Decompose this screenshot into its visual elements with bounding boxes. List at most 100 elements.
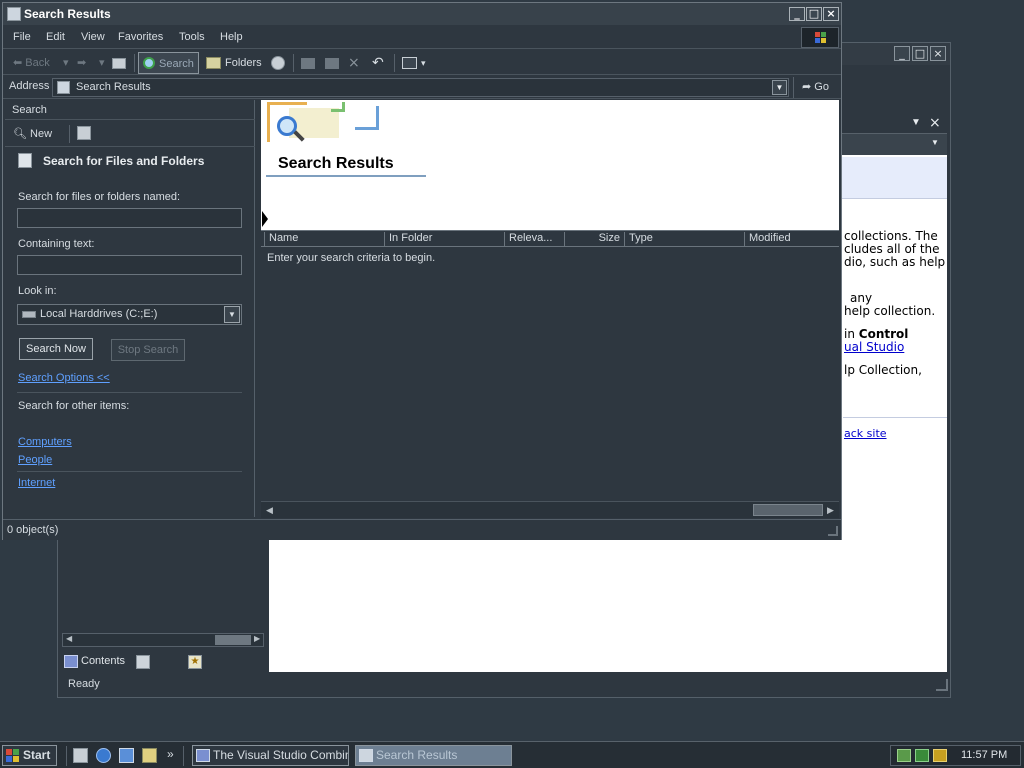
internet-link[interactable]: Internet bbox=[18, 477, 55, 489]
task-search-results[interactable]: Search Results bbox=[355, 745, 512, 766]
contents-hscrollbar[interactable]: ◀ ▶ bbox=[62, 633, 264, 647]
named-label: Search for files or folders named: bbox=[18, 191, 181, 203]
menu-favorites[interactable]: Favorites bbox=[118, 31, 163, 43]
back-button[interactable]: ⬅ Back bbox=[13, 54, 50, 72]
back-dropdown-icon[interactable]: ▾ bbox=[63, 54, 69, 72]
task-label: The Visual Studio Combin... bbox=[213, 748, 349, 762]
close-pane-icon[interactable]: × bbox=[929, 115, 941, 131]
containing-text-input[interactable] bbox=[17, 255, 242, 275]
maximize-button[interactable]: □ bbox=[806, 7, 822, 21]
address-field[interactable]: Search Results ▼ bbox=[52, 78, 789, 97]
undo-icon[interactable]: ↶ bbox=[372, 54, 384, 72]
help-text-line: cludes all of the bbox=[844, 242, 940, 256]
task-visual-studio[interactable]: The Visual Studio Combin... bbox=[192, 745, 349, 766]
tab-contents[interactable]: Contents bbox=[81, 655, 125, 667]
copy-to-icon[interactable] bbox=[324, 54, 340, 72]
look-in-label: Look in: bbox=[18, 285, 57, 297]
toolbar-separator bbox=[134, 54, 135, 72]
views-icon[interactable] bbox=[401, 54, 419, 72]
search-now-button[interactable]: Search Now bbox=[19, 338, 93, 360]
help-text-line: help collection. bbox=[844, 304, 936, 318]
menu-help[interactable]: Help bbox=[220, 31, 243, 43]
folders-button[interactable]: Folders bbox=[205, 54, 262, 72]
windows-logo-icon bbox=[801, 27, 839, 48]
folders-icon bbox=[206, 57, 221, 69]
new-search-icon: 🔍︎ bbox=[13, 128, 31, 140]
help-status-text: Ready bbox=[68, 678, 100, 690]
explorer-icon[interactable] bbox=[142, 748, 157, 763]
minimize-button[interactable]: _ bbox=[789, 7, 805, 21]
menu-file[interactable]: File bbox=[13, 31, 31, 43]
show-desktop-icon[interactable] bbox=[73, 748, 88, 763]
up-folder-icon[interactable] bbox=[110, 54, 128, 72]
move-to-icon[interactable] bbox=[300, 54, 316, 72]
forward-dropdown-icon[interactable]: ▾ bbox=[99, 54, 105, 72]
history-icon[interactable] bbox=[270, 54, 286, 72]
maximize-icon[interactable]: □ bbox=[912, 46, 928, 61]
menu-edit[interactable]: Edit bbox=[46, 31, 65, 43]
search-options-link[interactable]: Search Options << bbox=[18, 372, 110, 384]
forward-button[interactable]: ➡ bbox=[77, 54, 86, 72]
search-companion-icon[interactable] bbox=[77, 126, 91, 140]
people-link[interactable]: People bbox=[18, 454, 52, 466]
messenger-tray-icon[interactable] bbox=[933, 749, 947, 762]
favorites-tab-icon[interactable]: ★ bbox=[188, 655, 202, 669]
outlook-express-icon[interactable] bbox=[119, 748, 134, 763]
address-label: Address bbox=[9, 80, 50, 92]
mouse-cursor-icon bbox=[262, 211, 268, 227]
search-pane: Search 🔍︎ New Search for Files and Folde… bbox=[5, 100, 255, 517]
stop-search-button[interactable]: Stop Search bbox=[111, 339, 185, 361]
scroll-left-icon[interactable]: ◀ bbox=[66, 634, 72, 643]
menu-view[interactable]: View bbox=[81, 31, 105, 43]
quicklaunch-separator bbox=[183, 746, 184, 766]
menu-tools[interactable]: Tools bbox=[179, 31, 205, 43]
go-button[interactable]: ➦ Go bbox=[793, 77, 839, 98]
chevron-down-icon[interactable]: ▼ bbox=[911, 117, 921, 128]
look-in-dropdown-icon[interactable]: ▼ bbox=[224, 306, 240, 323]
column-type[interactable]: Type bbox=[624, 232, 744, 246]
close-icon[interactable]: × bbox=[930, 46, 946, 61]
search-toolbar-label: Search bbox=[159, 58, 194, 70]
help-link-feedback[interactable]: ack site bbox=[844, 427, 887, 440]
dropdown-arrow-icon[interactable]: ▼ bbox=[931, 138, 939, 147]
scroll-right-icon[interactable]: ▶ bbox=[823, 503, 838, 517]
more-quicklaunch-icon[interactable]: » bbox=[167, 747, 174, 761]
scroll-thumb[interactable] bbox=[215, 635, 251, 645]
scroll-left-icon[interactable]: ◀ bbox=[262, 503, 277, 517]
look-in-value: Local Harddrives (C:;E:) bbox=[40, 308, 158, 320]
contents-tab-icon[interactable] bbox=[64, 655, 78, 668]
column-relevance[interactable]: Releva... bbox=[504, 232, 564, 246]
column-name[interactable]: Name bbox=[264, 232, 382, 246]
minimize-icon[interactable]: _ bbox=[894, 46, 910, 61]
named-input[interactable] bbox=[17, 208, 242, 228]
column-in-folder[interactable]: In Folder bbox=[384, 232, 504, 246]
column-modified[interactable]: Modified bbox=[744, 232, 839, 246]
new-search-button[interactable]: 🔍︎ New bbox=[13, 127, 52, 140]
status-text: 0 object(s) bbox=[7, 524, 59, 536]
titlebar[interactable]: Search Results _ □ × bbox=[3, 3, 841, 25]
antivirus-tray-icon[interactable] bbox=[915, 749, 929, 762]
title-underline bbox=[266, 175, 426, 177]
resize-grip-icon[interactable] bbox=[936, 679, 948, 691]
look-in-select[interactable]: Local Harddrives (C:;E:) ▼ bbox=[17, 304, 242, 325]
results-title: Search Results bbox=[278, 155, 394, 172]
help-link-visual-studio[interactable]: ual Studio bbox=[844, 340, 904, 354]
close-button[interactable]: × bbox=[823, 7, 839, 21]
scroll-right-icon[interactable]: ▶ bbox=[254, 634, 260, 643]
computers-link[interactable]: Computers bbox=[18, 436, 72, 448]
address-dropdown-icon[interactable]: ▼ bbox=[772, 80, 787, 95]
scroll-thumb[interactable] bbox=[753, 504, 823, 516]
index-tab-icon[interactable] bbox=[136, 655, 150, 669]
views-dropdown-icon[interactable]: ▾ bbox=[421, 54, 426, 72]
clock[interactable]: 11:57 PM bbox=[961, 749, 1007, 761]
column-size[interactable]: Size bbox=[564, 232, 624, 246]
divider bbox=[843, 417, 947, 418]
internet-explorer-icon[interactable] bbox=[96, 748, 111, 763]
start-button[interactable]: Start bbox=[2, 745, 57, 766]
results-hscrollbar[interactable]: ◀ ▶ bbox=[261, 501, 839, 518]
toolbar-separator bbox=[69, 125, 70, 143]
delete-icon[interactable]: × bbox=[348, 54, 360, 72]
network-tray-icon[interactable] bbox=[897, 749, 911, 762]
resize-grip-icon[interactable] bbox=[828, 526, 838, 536]
search-toolbar-button[interactable]: Search bbox=[138, 52, 199, 74]
